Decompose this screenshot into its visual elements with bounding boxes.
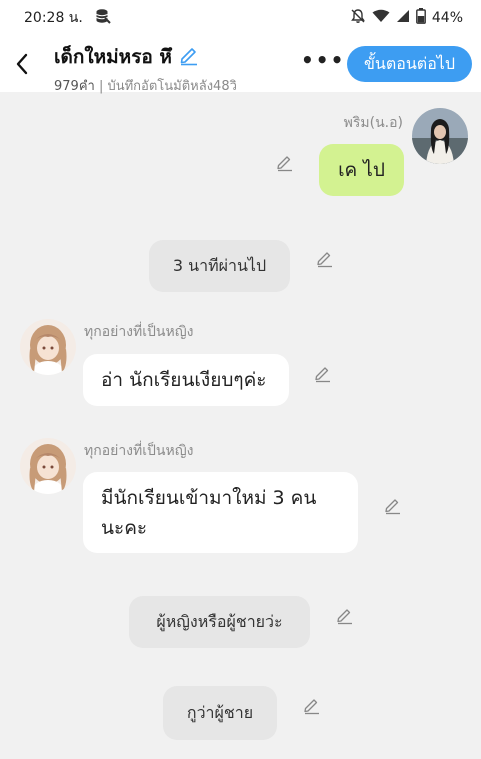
status-icons: 44% [350,8,463,28]
edit-message-pencil-icon[interactable] [302,695,322,715]
edit-title-pencil-icon[interactable] [178,44,200,70]
edit-message-pencil-icon[interactable] [383,495,403,515]
chat-header: เด็กใหม่หรอ หึ 979คำ | บันทึกอัตโนมัติหล… [0,36,481,94]
message-bubble-other[interactable]: มีนักเรียนเข้ามาใหม่ 3 คน นะคะ [83,472,358,553]
narration-bubble[interactable]: ผู้หญิงหรือผู้ชายว่ะ [129,596,310,648]
narration-bubble[interactable]: 3 นาทีผ่านไป [149,240,290,292]
status-bar: 20:28 น. 44% [0,0,481,36]
back-button[interactable] [10,50,34,78]
signal-icon [396,9,410,27]
chat-area: พริม(น.อ) เค ไป 3 นาทีผ่านไป ทุกอย่างที่… [0,92,481,759]
avatar-other[interactable] [20,438,76,494]
battery-icon [415,8,426,28]
back-icon [16,53,28,75]
edit-message-pencil-icon[interactable] [315,248,335,268]
avatar-other[interactable] [20,319,76,375]
battery-percent: 44% [431,10,463,26]
more-options-button[interactable]: ••• [301,48,345,72]
edit-message-pencil-icon[interactable] [275,152,295,172]
message-line: มีนักเรียนเข้ามาใหม่ 3 คน [101,487,317,509]
edit-message-pencil-icon[interactable] [313,363,333,383]
sender-name-other: ทุกอย่างที่เป็นหญิง [84,324,194,340]
wifi-icon [372,9,390,27]
avatar-me[interactable] [412,108,468,164]
message-bubble-me[interactable]: เค ไป [319,144,404,196]
narration-bubble[interactable]: กูว่าผู้ชาย [163,686,277,740]
status-time: 20:28 น. [24,10,83,26]
database-icon [95,8,111,28]
sender-name-me: พริม(น.อ) [343,115,403,131]
chat-title: เด็กใหม่หรอ หึ [54,46,172,68]
bell-off-icon [350,8,366,28]
next-step-button[interactable]: ขั้นตอนต่อไป [347,46,472,82]
sender-name-other: ทุกอย่างที่เป็นหญิง [84,443,194,459]
edit-message-pencil-icon[interactable] [335,605,355,625]
message-bubble-other[interactable]: อ่า นักเรียนเงียบๆค่ะ [83,354,289,406]
title-block: เด็กใหม่หรอ หึ 979คำ | บันทึกอัตโนมัติหล… [54,42,237,96]
message-line: นะคะ [101,517,148,539]
